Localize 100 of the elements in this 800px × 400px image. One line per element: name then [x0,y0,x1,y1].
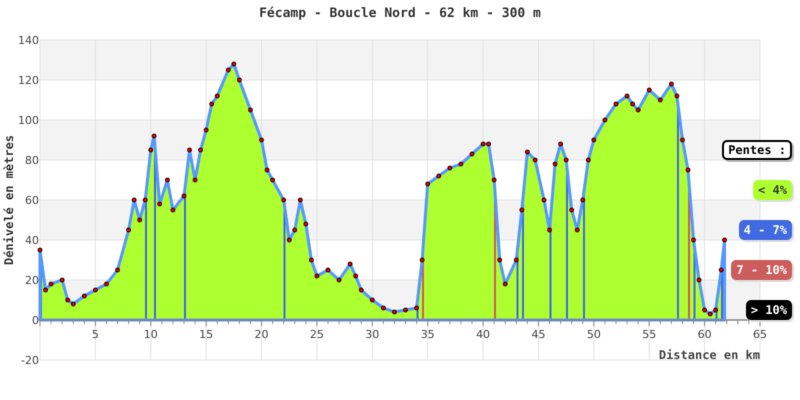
y-tick-label: 40 [25,234,39,247]
data-point [164,178,170,182]
data-point [348,262,353,266]
data-point [447,166,452,170]
data-point [552,162,558,166]
data-point [192,178,198,182]
data-point [170,208,176,212]
y-tick-label: 0 [32,314,39,327]
data-point [270,178,276,182]
data-point [646,88,652,92]
legend-title: Pentes : [722,140,792,160]
data-point [658,98,663,102]
data-point [281,198,286,202]
data-point [126,228,132,232]
x-tick-label: 20 [254,328,269,341]
data-point [38,248,42,252]
data-point [564,158,569,162]
data-point [308,258,314,262]
data-point [580,198,586,202]
legend-item: < 4% [753,180,792,200]
data-point [115,268,120,272]
data-point [182,194,186,198]
y-tick-label: 60 [25,194,39,207]
x-tick-label: 50 [586,328,601,341]
data-point [420,258,425,262]
x-tick-label: 30 [365,328,380,341]
data-point [558,142,564,146]
data-point [204,128,209,132]
data-point [214,94,220,98]
data-point [326,268,330,272]
data-point [470,152,474,156]
y-tick-label: 120 [18,74,39,87]
data-point [542,198,546,202]
data-point [614,102,618,106]
data-point [236,78,242,82]
data-point [403,308,408,312]
data-point [686,168,690,172]
data-point [718,268,724,272]
data-point [532,158,538,162]
data-point [142,198,148,202]
x-tick-label: 15 [199,328,214,341]
chart-title: Fécamp - Boucle Nord - 62 km - 300 m [259,6,541,21]
data-point [425,182,430,186]
data-point [259,138,264,142]
data-point [298,198,303,202]
y-tick-label: 20 [25,274,39,287]
data-point [586,158,591,162]
x-tick-label: 25 [310,328,324,341]
data-point [336,278,342,282]
x-tick-label: 35 [420,328,435,341]
data-point [137,218,142,222]
x-tick-label: 45 [531,328,546,341]
data-point [157,202,162,206]
data-point [458,162,464,166]
data-point [574,228,580,232]
data-point [198,148,204,152]
x-axis-title: Distance en km [658,348,760,362]
data-point [497,258,502,262]
data-point [353,274,358,278]
y-tick-label: 80 [25,154,39,167]
data-point [286,238,292,242]
data-point [187,148,192,152]
data-point [264,168,270,172]
data-point [92,288,98,292]
data-point [502,282,508,286]
data-point [514,258,519,262]
data-point [680,138,685,142]
data-point [392,310,397,314]
data-point [248,108,253,112]
data-point [569,208,574,212]
y-tick-label: 140 [18,34,39,47]
data-point [519,208,524,212]
legend-item: 4 - 7% [738,220,792,240]
x-tick-label: 40 [476,328,490,341]
data-point [492,178,497,182]
data-point [602,118,608,122]
data-point [60,278,65,282]
legend-item: > 10% [746,300,792,320]
data-point [696,278,702,282]
data-point [722,238,727,242]
x-tick-label: 60 [698,328,712,341]
data-point [524,150,530,154]
data-point [148,148,154,152]
y-tick-label: 100 [18,114,39,127]
data-point [152,134,156,138]
legend-item: 7 - 10% [731,260,792,280]
data-point [358,288,364,292]
x-tick-label: 65 [753,328,767,341]
data-point [370,298,375,302]
x-tick-label: 5 [92,328,99,341]
data-point [380,306,386,310]
data-point [591,138,596,142]
data-point [303,222,308,226]
data-point [209,102,214,106]
data-point [674,94,680,98]
x-tick-label: 10 [144,328,158,341]
data-point [82,294,87,298]
data-point [104,282,109,286]
data-point [292,228,298,232]
data-point [414,306,420,310]
